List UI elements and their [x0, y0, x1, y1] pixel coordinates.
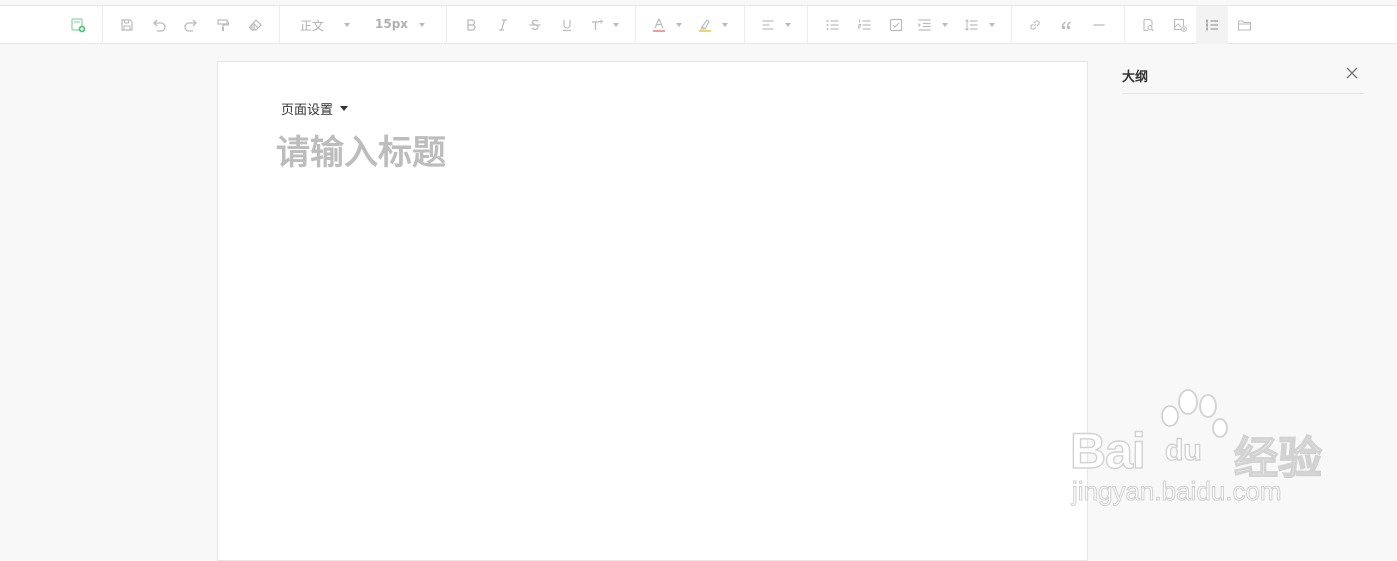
underline-icon[interactable]	[557, 6, 577, 44]
title-input[interactable]	[276, 130, 976, 176]
checklist-icon[interactable]	[886, 6, 906, 44]
save-icon[interactable]	[117, 6, 137, 44]
line-height-icon[interactable]	[961, 6, 981, 44]
font-color-icon[interactable]	[649, 6, 669, 44]
format-painter-icon[interactable]	[213, 6, 233, 44]
outline-toggle-icon[interactable]	[1196, 6, 1228, 44]
outline-title: 大纲	[1122, 70, 1149, 85]
font-size-select[interactable]: 15px	[375, 17, 408, 31]
chevron-down-icon[interactable]	[344, 23, 350, 27]
bullet-list-icon[interactable]	[822, 6, 842, 44]
paragraph-style-select[interactable]: 正文	[300, 17, 324, 34]
toolbar-separator	[635, 6, 636, 44]
page-settings-dropdown[interactable]: 页面设置	[281, 99, 349, 118]
page-settings-label: 页面设置	[281, 103, 334, 118]
redo-icon[interactable]	[181, 6, 201, 44]
editor-toolbar: 正文 15px	[0, 6, 1397, 44]
toolbar-separator	[279, 6, 280, 44]
clear-format-eraser-icon[interactable]	[245, 6, 265, 44]
insert-image-icon[interactable]	[1170, 6, 1190, 44]
watermark-url: jingyan.baidu.com	[1072, 476, 1283, 507]
toolbar-separator	[102, 6, 103, 44]
chevron-down-icon[interactable]	[613, 23, 619, 27]
folder-icon[interactable]	[1234, 6, 1254, 44]
document-page: 页面设置	[217, 61, 1088, 561]
toolbar-separator	[446, 6, 447, 44]
italic-icon[interactable]	[493, 6, 513, 44]
quote-icon[interactable]	[1057, 6, 1077, 44]
indent-icon[interactable]	[914, 6, 934, 44]
align-left-icon[interactable]	[758, 6, 778, 44]
bold-icon[interactable]	[461, 6, 481, 44]
horizontal-rule-icon[interactable]	[1089, 6, 1109, 44]
chevron-down-icon[interactable]	[722, 23, 728, 27]
toolbar-separator	[807, 6, 808, 44]
watermark-brand-du: du	[1164, 433, 1202, 467]
link-icon[interactable]	[1025, 6, 1045, 44]
new-document-icon[interactable]	[67, 6, 89, 44]
find-replace-icon[interactable]	[1138, 6, 1158, 44]
chevron-down-icon[interactable]	[989, 23, 995, 27]
strikethrough-icon[interactable]	[525, 6, 545, 44]
chevron-down-icon	[340, 106, 349, 111]
toolbar-separator	[744, 6, 745, 44]
watermark-brand-bai: Bai	[1069, 422, 1146, 479]
chevron-down-icon[interactable]	[785, 23, 791, 27]
undo-icon[interactable]	[149, 6, 169, 44]
toolbar-separator	[1124, 6, 1125, 44]
outline-divider	[1122, 93, 1364, 94]
toolbar-separator	[1011, 6, 1012, 44]
numbered-list-icon[interactable]	[854, 6, 874, 44]
chevron-down-icon[interactable]	[676, 23, 682, 27]
chevron-down-icon[interactable]	[942, 23, 948, 27]
superscript-icon[interactable]	[587, 6, 607, 44]
highlight-color-icon[interactable]	[695, 6, 715, 44]
chevron-down-icon[interactable]	[419, 23, 425, 27]
close-icon[interactable]	[1344, 65, 1360, 81]
baidu-jingyan-watermark: Bai du 经验 jingyan.baidu.com	[1068, 388, 1328, 518]
